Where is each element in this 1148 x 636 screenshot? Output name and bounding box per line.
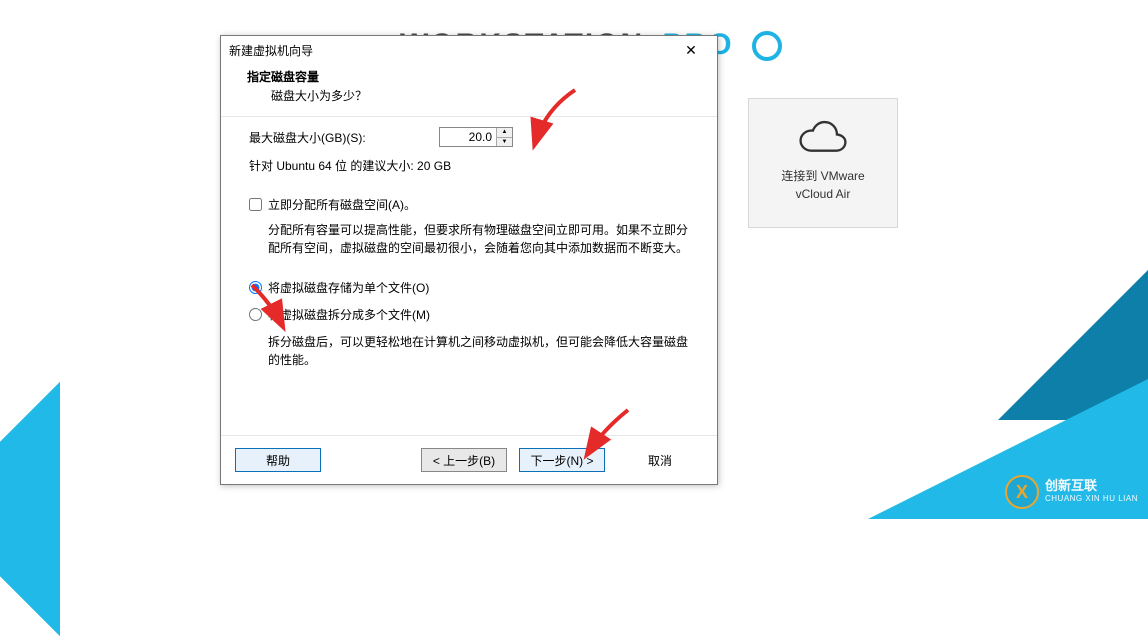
watermark-en: CHUANG XIN HU LIAN (1045, 492, 1138, 505)
radio-split-files[interactable] (249, 308, 262, 321)
dialog-title: 新建虚拟机向导 (229, 42, 313, 59)
cloud-icon (798, 119, 848, 153)
next-button[interactable]: 下一步(N) > (519, 448, 605, 472)
allocate-now-row: 立即分配所有磁盘空间(A)。 (249, 196, 689, 213)
radio-single-label[interactable]: 将虚拟磁盘存储为单个文件(O) (268, 279, 429, 296)
radio-split-label[interactable]: 将虚拟磁盘拆分成多个文件(M) (268, 306, 430, 323)
disk-size-spinner[interactable]: ▲ ▼ (439, 127, 513, 147)
titlebar: 新建虚拟机向导 ✕ (221, 36, 717, 64)
dialog-content: 最大磁盘大小(GB)(S): ▲ ▼ 针对 Ubuntu 64 位 的建议大小:… (221, 116, 717, 436)
close-button[interactable]: ✕ (671, 39, 711, 61)
header-subtitle: 磁盘大小为多少？ (271, 87, 691, 104)
radio-single-row: 将虚拟磁盘存储为单个文件(O) (249, 279, 689, 296)
help-button[interactable]: 帮助 (235, 448, 321, 472)
header-title: 指定磁盘容量 (247, 68, 691, 85)
circle-decoration (752, 31, 782, 61)
new-vm-wizard-dialog: 新建虚拟机向导 ✕ 指定磁盘容量 磁盘大小为多少？ 最大磁盘大小(GB)(S):… (220, 35, 718, 485)
watermark-cn: 创新互联 (1045, 479, 1138, 492)
disk-size-row: 最大磁盘大小(GB)(S): ▲ ▼ (249, 127, 689, 147)
spinner-down-button[interactable]: ▼ (497, 138, 512, 147)
cancel-button[interactable]: 取消 (617, 448, 703, 472)
disk-size-input[interactable] (440, 128, 496, 146)
radio-split-explain: 拆分磁盘后，可以更轻松地在计算机之间移动虚拟机，但可能会降低大容量磁盘的性能。 (268, 333, 689, 369)
radio-single-file[interactable] (249, 281, 262, 294)
button-bar: 帮助 < 上一步(B) 下一步(N) > 取消 (221, 436, 717, 484)
watermark-logo: X 创新互联 CHUANG XIN HU LIAN (1005, 475, 1138, 509)
disk-size-label: 最大磁盘大小(GB)(S): (249, 129, 439, 146)
recommended-size-text: 针对 Ubuntu 64 位 的建议大小: 20 GB (249, 157, 689, 174)
allocate-now-label[interactable]: 立即分配所有磁盘空间(A)。 (268, 196, 416, 213)
back-button[interactable]: < 上一步(B) (421, 448, 507, 472)
vcloud-label-line1: 连接到 VMware (749, 167, 897, 185)
vcloud-label-line2: vCloud Air (749, 185, 897, 203)
vcloud-air-card[interactable]: 连接到 VMware vCloud Air (748, 98, 898, 228)
radio-split-row: 将虚拟磁盘拆分成多个文件(M) (249, 306, 689, 323)
bg-decoration (0, 382, 187, 636)
spinner-up-button[interactable]: ▲ (497, 128, 512, 138)
dialog-header: 指定磁盘容量 磁盘大小为多少？ (221, 64, 717, 116)
watermark-icon: X (1005, 475, 1039, 509)
allocate-now-explain: 分配所有容量可以提高性能，但要求所有物理磁盘空间立即可用。如果不立即分配所有空间… (268, 221, 689, 257)
allocate-now-checkbox[interactable] (249, 198, 262, 211)
